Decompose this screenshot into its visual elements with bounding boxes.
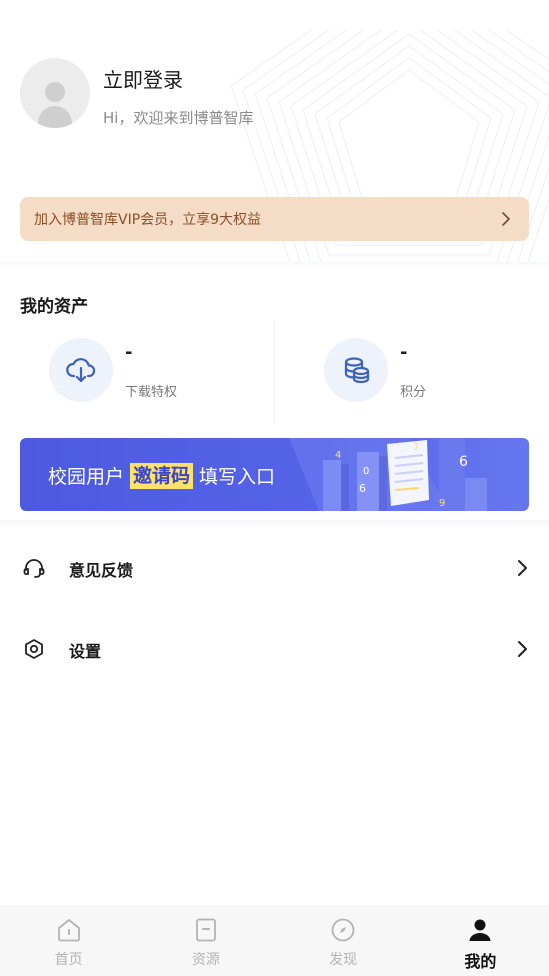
svg-text:7: 7 <box>413 442 419 453</box>
login-link[interactable]: 立即登录 <box>103 64 183 93</box>
banner-prefix: 校园用户 <box>48 466 125 488</box>
asset-points[interactable]: - 积分 <box>324 338 504 408</box>
bottom-tab-bar: 首页 资源 发现 我的 <box>0 905 549 976</box>
asset-value: - <box>125 342 133 363</box>
banner-suffix: 填写入口 <box>199 466 276 488</box>
document-icon <box>195 918 216 942</box>
home-icon <box>57 919 80 942</box>
svg-text:0: 0 <box>363 466 369 477</box>
menu-item-settings[interactable]: 设置 <box>0 619 549 679</box>
coins-icon <box>344 357 370 384</box>
menu-item-feedback[interactable]: 意见反馈 <box>0 538 549 598</box>
tab-label: 发现 <box>329 952 358 968</box>
tab-resources[interactable]: 资源 <box>137 905 274 976</box>
profile-header: 立即登录 Hi，欢迎来到博普智库 加入博普智库VIP会员，立享9大权益 <box>0 0 549 266</box>
chevron-right-icon <box>518 560 527 576</box>
avatar-head-shape <box>45 82 65 102</box>
asset-label: 积分 <box>400 385 427 400</box>
chevron-right-icon <box>518 641 527 657</box>
chevron-right-icon <box>502 212 510 226</box>
svg-text:9: 9 <box>439 498 445 509</box>
asset-download-privilege[interactable]: - 下载特权 <box>49 338 229 408</box>
svg-text:6: 6 <box>359 482 366 495</box>
headset-icon <box>23 559 45 578</box>
settings-hexagon-icon <box>25 639 43 659</box>
tab-discover[interactable]: 发现 <box>275 905 412 976</box>
section-divider <box>0 262 549 270</box>
svg-text:6: 6 <box>459 454 468 470</box>
menu-item-label: 设置 <box>69 642 102 661</box>
tab-label: 首页 <box>54 952 83 968</box>
tab-label: 资源 <box>191 952 220 968</box>
user-icon <box>469 919 491 941</box>
asset-icon-circle <box>49 338 113 402</box>
menu-item-label: 意见反馈 <box>69 561 134 580</box>
asset-divider <box>274 320 275 424</box>
banner-illustration: 4 0 6 7 6 9 <box>289 438 487 511</box>
banner-highlight: 邀请码 <box>130 462 194 489</box>
banner-text: 校园用户 邀请码 填写入口 <box>48 462 275 489</box>
tab-home[interactable]: 首页 <box>0 905 137 976</box>
section-divider <box>0 520 549 528</box>
tab-label: 我的 <box>464 952 497 971</box>
campus-invite-code-banner[interactable]: 校园用户 邀请码 填写入口 4 0 6 7 6 9 <box>20 438 529 511</box>
compass-icon <box>331 918 355 942</box>
svg-text:4: 4 <box>335 450 341 461</box>
asset-label: 下载特权 <box>125 385 178 400</box>
assets-title: 我的资产 <box>20 297 88 317</box>
avatar-body-shape <box>38 106 72 128</box>
avatar[interactable] <box>20 58 90 128</box>
asset-value: - <box>400 342 408 363</box>
asset-icon-circle <box>324 338 388 402</box>
welcome-text: Hi，欢迎来到博普智库 <box>103 109 254 127</box>
vip-membership-banner[interactable]: 加入博普智库VIP会员，立享9大权益 <box>20 197 529 241</box>
vip-banner-text: 加入博普智库VIP会员，立享9大权益 <box>34 212 262 228</box>
tab-mine[interactable]: 我的 <box>412 905 549 976</box>
cloud-download-icon <box>66 358 96 383</box>
